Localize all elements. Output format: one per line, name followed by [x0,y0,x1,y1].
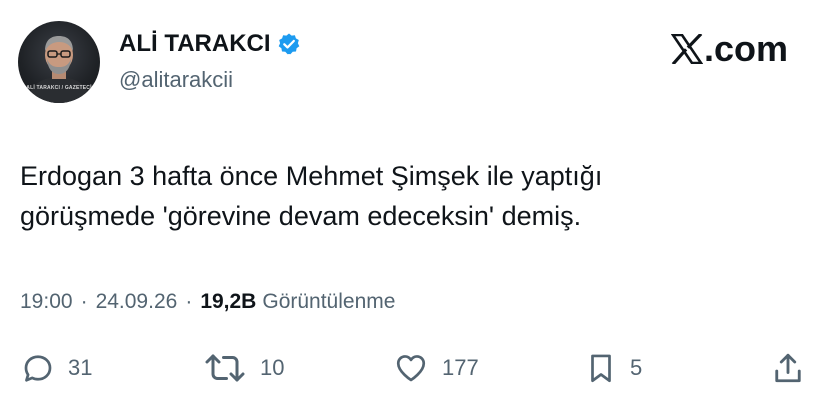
views-count: 19,2B [200,290,257,313]
heart-icon [396,355,426,382]
bookmark-icon [591,354,611,383]
meta-separator: · [185,290,193,313]
meta-separator: · [80,290,88,313]
reply-button[interactable]: 31 [20,350,92,386]
tweet-text-line: görüşmede 'görevine devam edeceksin' dem… [20,201,582,231]
verified-badge-icon [277,32,301,56]
tweet-meta: 19:00 · 24.09.26 · 19,2B Görüntülenme [20,290,395,314]
retweet-button[interactable]: 10 [202,350,284,386]
bookmark-button[interactable]: 5 [584,350,642,386]
views-label: Görüntülenme [262,290,396,313]
tweet-date[interactable]: 24.09.26 [96,290,178,314]
x-com-logo: .com [670,28,788,70]
author-handle[interactable]: @alitarakcii [119,67,233,93]
retweet-icon [205,354,245,382]
author-name[interactable]: ALİ TARAKCI [119,30,301,58]
tweet-text: Erdogan 3 hafta önce Mehmet Şimşek ile y… [20,156,800,236]
avatar-caption: ALİ TARAKCI / GAZETECİ [26,85,92,91]
share-icon [775,353,801,383]
reply-icon [24,355,52,382]
tweet-text-line: Erdogan 3 hafta önce Mehmet Şimşek ile y… [20,161,603,191]
bookmark-count: 5 [630,355,643,380]
share-button[interactable] [770,350,806,386]
tweet-time[interactable]: 19:00 [20,290,73,314]
like-count: 177 [442,355,479,380]
like-button[interactable]: 177 [392,350,479,386]
reply-count: 31 [68,355,93,380]
author-name-text: ALİ TARAKCI [119,30,271,57]
tweet-actions: 31 10 177 5 [0,350,828,390]
x-logo-text: .com [703,28,788,69]
avatar[interactable]: ALİ TARAKCI / GAZETECİ [18,21,100,103]
x-logo-icon [670,34,703,64]
retweet-count: 10 [260,355,285,380]
